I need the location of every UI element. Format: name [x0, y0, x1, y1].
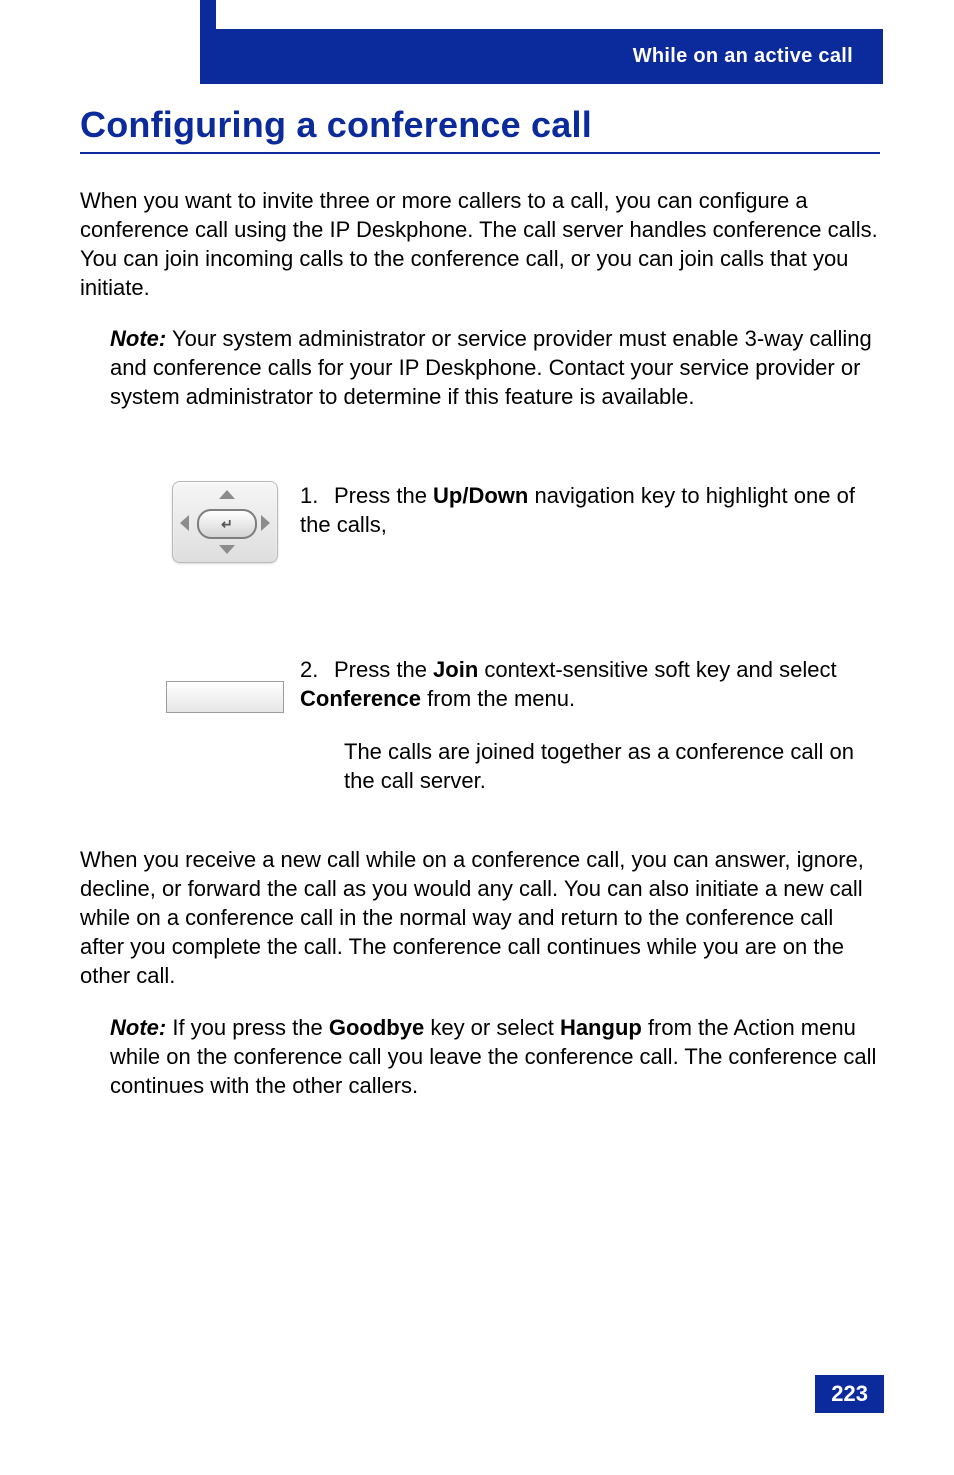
arrow-up-icon [219, 490, 235, 499]
action-name: Hangup [560, 1015, 642, 1040]
paragraph-2: When you receive a new call while on a c… [80, 845, 880, 990]
note-body: Your system administrator or service pro… [110, 326, 872, 409]
text-fragment: key or select [424, 1015, 560, 1040]
navigation-key-icon: ↵ [172, 481, 278, 563]
page-content: Configuring a conference call When you w… [80, 104, 880, 1128]
page-number: 223 [815, 1375, 884, 1413]
key-name: Goodbye [329, 1015, 424, 1040]
text-fragment: Press the [334, 483, 433, 508]
softkey-name: Join [433, 657, 478, 682]
note-1: Note: Your system administrator or servi… [80, 324, 880, 411]
step-2-text: 2.Press the Join context-sensitive soft … [300, 655, 880, 795]
step-1-text: 1.Press the Up/Down navigation key to hi… [300, 481, 880, 539]
intro-paragraph: When you want to invite three or more ca… [80, 186, 880, 302]
chapter-header: While on an active call [216, 29, 883, 84]
arrow-right-icon [261, 515, 270, 531]
procedure-steps: ↵ 1.Press the Up/Down navigation key to … [80, 481, 880, 795]
soft-key-icon [166, 681, 284, 713]
header-left-stub [200, 0, 216, 84]
section-title: Configuring a conference call [80, 104, 880, 146]
note-label: Note: [110, 1015, 166, 1040]
step-number: 2. [300, 655, 334, 684]
text-fragment: Press the [334, 657, 433, 682]
step-result: The calls are joined together as a confe… [300, 737, 880, 795]
enter-glyph-icon: ↵ [221, 516, 233, 533]
arrow-left-icon [180, 515, 189, 531]
text-fragment: from the menu. [421, 686, 575, 711]
enter-key-icon: ↵ [197, 509, 257, 539]
step-1: ↵ 1.Press the Up/Down navigation key to … [80, 481, 880, 563]
title-rule [80, 152, 880, 154]
step-2: 2.Press the Join context-sensitive soft … [80, 655, 880, 795]
note-2: Note: If you press the Goodbye key or se… [80, 1013, 880, 1100]
step-1-graphic: ↵ [80, 481, 300, 563]
arrow-down-icon [219, 545, 235, 554]
menu-item-name: Conference [300, 686, 421, 711]
text-fragment: If you press the [172, 1015, 329, 1040]
chapter-header-label: While on an active call [633, 45, 853, 68]
text-fragment: context-sensitive soft key and select [478, 657, 836, 682]
step-2-graphic [80, 655, 300, 713]
step-number: 1. [300, 481, 334, 510]
key-name: Up/Down [433, 483, 528, 508]
note-label: Note: [110, 326, 166, 351]
